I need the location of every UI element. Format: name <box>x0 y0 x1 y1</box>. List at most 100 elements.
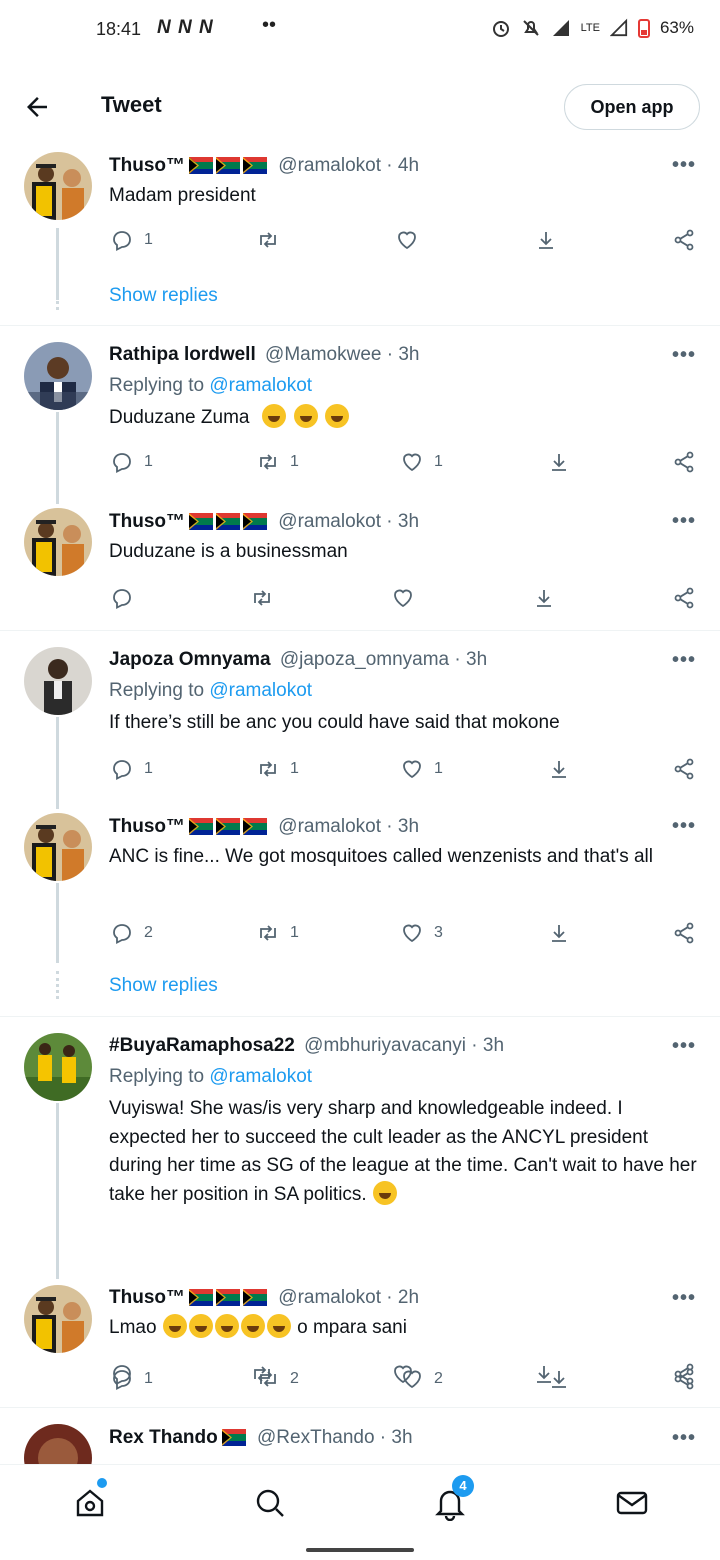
mention-link[interactable]: @ramalokot <box>209 680 312 701</box>
tweet[interactable]: #BuyaRamaphosa22 @mbhuriyavacanyi · 3h •… <box>0 1017 720 1390</box>
reply-icon <box>113 231 131 251</box>
open-app-button[interactable]: Open app <box>564 84 700 130</box>
gesture-bar[interactable] <box>0 1540 720 1560</box>
download-button[interactable] <box>547 921 571 945</box>
share-icon <box>674 587 694 609</box>
back-arrow-icon[interactable] <box>22 92 52 122</box>
avatar[interactable] <box>24 1285 92 1353</box>
mention-link[interactable]: @ramalokot <box>209 375 312 396</box>
like-button[interactable] <box>395 228 429 252</box>
signal-icon-2 <box>609 18 628 37</box>
retweet-button[interactable] <box>250 1362 284 1386</box>
download-button[interactable] <box>532 586 556 610</box>
download-button[interactable] <box>547 450 571 474</box>
more-options-icon[interactable]: ••• <box>672 154 696 177</box>
handle-and-time[interactable]: @ramalokot · 2h <box>278 1287 419 1308</box>
tweet-text: Madam president <box>109 185 256 206</box>
reply-button[interactable]: 1 <box>110 757 153 781</box>
handle-and-time[interactable]: @Mamokwee · 3h <box>265 344 419 365</box>
handle-and-time[interactable]: @ramalokot · 4h <box>278 155 419 176</box>
handle-and-time[interactable]: @ramalokot · 3h <box>278 816 419 837</box>
display-name[interactable]: Thuso™ <box>109 511 185 532</box>
more-options-icon[interactable]: ••• <box>672 1035 696 1058</box>
show-replies-link[interactable]: Show replies <box>109 975 218 997</box>
handle-and-time[interactable]: @RexThando · 3h <box>257 1427 413 1448</box>
like-button[interactable]: 3 <box>400 921 443 945</box>
status-time: 18:41 <box>96 19 142 39</box>
display-name[interactable]: #BuyaRamaphosa22 <box>109 1035 295 1056</box>
sa-flags-icon <box>189 513 267 530</box>
replying-to: Replying to @ramalokot <box>109 1066 312 1088</box>
messages-envelope-icon[interactable] <box>614 1485 650 1521</box>
sa-flags-icon <box>189 157 267 174</box>
retweet-button[interactable] <box>256 228 290 252</box>
more-options-icon[interactable]: ••• <box>672 1287 696 1310</box>
tweet-header: Thuso™ @ramalokot · 4h <box>109 155 419 177</box>
network-type: LTE <box>580 22 600 34</box>
tweet[interactable]: Rathipa lordwell @Mamokwee · 3h ••• Repl… <box>0 326 720 504</box>
tweet[interactable]: Thuso™ @ramalokot · 3h ••• Duduzane is a… <box>0 492 720 630</box>
handle-and-time[interactable]: @japoza_omnyama · 3h <box>280 649 487 670</box>
display-name[interactable]: Thuso™ <box>109 1287 185 1308</box>
like-button[interactable]: 1 <box>400 757 443 781</box>
reply-button[interactable]: 2 <box>110 921 153 945</box>
tweet-text-suffix: o mpara sani <box>297 1317 407 1338</box>
more-options-icon[interactable]: ••• <box>672 510 696 533</box>
display-name[interactable]: Rex Thando <box>109 1427 218 1448</box>
tweet[interactable]: Thuso™ @ramalokot · 2h ••• Lmao o mpara … <box>0 1283 720 1407</box>
like-button[interactable] <box>391 1362 425 1386</box>
rofl-emoji <box>214 1314 239 1338</box>
more-options-icon[interactable]: ••• <box>672 815 696 838</box>
share-button[interactable] <box>672 450 696 474</box>
retweet-button[interactable]: 1 <box>256 921 299 945</box>
avatar[interactable] <box>24 1033 92 1101</box>
share-button[interactable] <box>672 228 696 252</box>
tweet[interactable]: Rex Thando @RexThando · 3h ••• <box>0 1408 720 1464</box>
more-options-icon[interactable]: ••• <box>672 649 696 672</box>
tweet-text: Duduzane Zuma <box>109 404 699 433</box>
tweet[interactable]: Thuso™ @ramalokot · 4h ••• Madam preside… <box>0 142 720 326</box>
download-button[interactable] <box>534 228 558 252</box>
handle-and-time[interactable]: @mbhuriyavacanyi · 3h <box>304 1035 504 1056</box>
home-icon[interactable] <box>72 1485 108 1521</box>
reply-button[interactable]: 1 <box>110 228 153 252</box>
reply-button[interactable] <box>110 586 144 610</box>
reply-button[interactable] <box>110 1362 144 1386</box>
tweet[interactable]: Japoza Omnyama @japoza_omnyama · 3h ••• … <box>0 631 720 809</box>
show-replies-link[interactable]: Show replies <box>109 285 218 307</box>
display-name[interactable]: Rathipa lordwell <box>109 344 256 365</box>
search-icon[interactable] <box>252 1485 288 1521</box>
mute-icon <box>522 20 539 36</box>
retweet-button[interactable]: 1 <box>256 450 299 474</box>
reply-button[interactable]: 1 <box>110 450 153 474</box>
thread-line <box>56 1103 59 1279</box>
download-button[interactable] <box>532 1362 556 1386</box>
avatar[interactable] <box>24 813 92 881</box>
like-button[interactable] <box>391 586 425 610</box>
like-button[interactable]: 1 <box>400 450 443 474</box>
avatar[interactable] <box>24 647 92 715</box>
avatar[interactable] <box>24 508 92 576</box>
mention-link[interactable]: @ramalokot <box>209 1066 312 1087</box>
heart-icon <box>403 760 421 779</box>
avatar[interactable] <box>24 342 92 410</box>
display-name[interactable]: Thuso™ <box>109 155 185 176</box>
retweet-button[interactable] <box>250 586 284 610</box>
share-button[interactable] <box>672 921 696 945</box>
display-name[interactable]: Japoza Omnyama <box>109 649 271 670</box>
avatar[interactable] <box>24 1424 92 1464</box>
gesture-handle[interactable] <box>306 1548 414 1552</box>
tweet[interactable]: Thuso™ @ramalokot · 3h ••• ANC is fine..… <box>0 797 720 1017</box>
retweet-button[interactable]: 1 <box>256 757 299 781</box>
handle-and-time[interactable]: @ramalokot · 3h <box>278 511 419 532</box>
avatar[interactable] <box>24 152 92 220</box>
tweet-text: Vuyiswa! She was/is very sharp and knowl… <box>109 1095 699 1209</box>
more-options-icon[interactable]: ••• <box>672 344 696 367</box>
share-button[interactable] <box>672 586 696 610</box>
more-options-icon[interactable]: ••• <box>672 1427 696 1450</box>
share-button[interactable] <box>672 1362 696 1386</box>
display-name[interactable]: Thuso™ <box>109 816 185 837</box>
download-button[interactable] <box>547 757 571 781</box>
share-button[interactable] <box>672 757 696 781</box>
alarm-icon <box>492 21 509 37</box>
